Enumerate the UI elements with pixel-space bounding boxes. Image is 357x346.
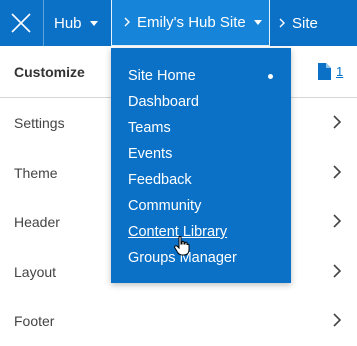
hub-label: Hub [54, 14, 82, 32]
chevron-right-icon [333, 214, 341, 228]
menu-item-dashboard[interactable]: Dashboard [111, 89, 291, 115]
menu-item-content-library[interactable]: Content Library [111, 219, 291, 245]
close-button[interactable] [0, 0, 42, 46]
active-indicator [268, 74, 273, 79]
chevron-right-icon [279, 16, 285, 31]
page-icon [318, 63, 331, 80]
panel-title: Customize [14, 64, 85, 80]
top-navigation-bar: Hub Emily's Hub Site Site [0, 0, 357, 46]
page-count: 1 [336, 64, 344, 79]
chevron-right-icon [333, 313, 341, 327]
menu-item-events[interactable]: Events [111, 141, 291, 167]
menu-item-label: Feedback [128, 172, 192, 188]
theme-label: Theme [14, 164, 58, 181]
chevron-right-icon [333, 263, 341, 278]
chevron-right-icon [124, 15, 130, 30]
footer-row[interactable]: Footer [0, 296, 357, 346]
menu-item-label: Dashboard [128, 94, 199, 110]
menu-item-label: Community [128, 198, 202, 214]
breadcrumb-next[interactable]: Site [271, 0, 318, 46]
menu-item-groups-manager[interactable]: Groups Manager [111, 245, 291, 271]
menu-item-label: Teams [128, 120, 171, 136]
hand-cursor-icon [174, 236, 190, 256]
header-label: Header [14, 214, 60, 230]
site-label: Emily's Hub Site [137, 14, 246, 31]
breadcrumb-next-label: Site [292, 14, 318, 32]
hub-menu-button[interactable]: Hub [44, 0, 110, 46]
caret-down-icon [89, 20, 98, 26]
footer-label: Footer [14, 313, 55, 329]
menu-item-site-home[interactable]: Site Home [111, 63, 291, 89]
site-dropdown-menu: Site Home Dashboard Teams Events Feedbac… [111, 48, 291, 283]
settings-label: Settings [14, 115, 65, 131]
close-icon [11, 13, 31, 33]
chevron-right-icon [333, 164, 341, 179]
menu-item-label: Events [128, 146, 173, 162]
pages-link[interactable]: 1 [318, 63, 343, 80]
site-menu-button[interactable]: Emily's Hub Site [111, 0, 270, 46]
menu-item-feedback[interactable]: Feedback [111, 167, 291, 193]
menu-item-label: Site Home [128, 68, 196, 84]
chevron-right-icon [333, 115, 341, 129]
menu-item-community[interactable]: Community [111, 193, 291, 219]
menu-item-teams[interactable]: Teams [111, 115, 291, 141]
caret-down-icon [253, 20, 262, 25]
layout-label: Layout [14, 263, 57, 280]
